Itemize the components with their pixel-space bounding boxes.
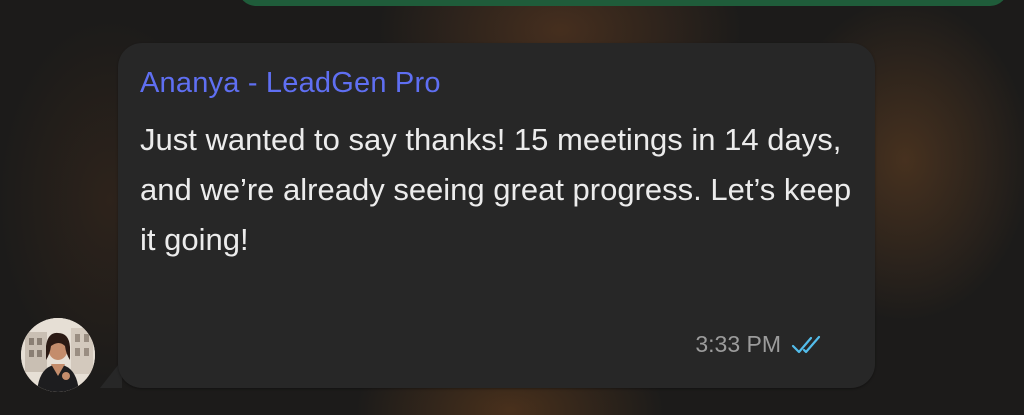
double-check-icon xyxy=(791,335,821,353)
avatar-photo xyxy=(21,318,95,392)
message-meta: 3:33 PM xyxy=(695,331,825,358)
outgoing-bubble-tail xyxy=(986,0,1008,4)
message-timestamp: 3:33 PM xyxy=(695,331,781,357)
sender-name[interactable]: Ananya - LeadGen Pro xyxy=(140,67,441,100)
previous-outgoing-message[interactable] xyxy=(238,0,1008,6)
sender-avatar[interactable] xyxy=(21,318,95,392)
message-text: Just wanted to say thanks! 15 meetings i… xyxy=(140,122,852,257)
incoming-message-bubble[interactable]: Ananya - LeadGen Pro Just wanted to say … xyxy=(118,43,875,388)
